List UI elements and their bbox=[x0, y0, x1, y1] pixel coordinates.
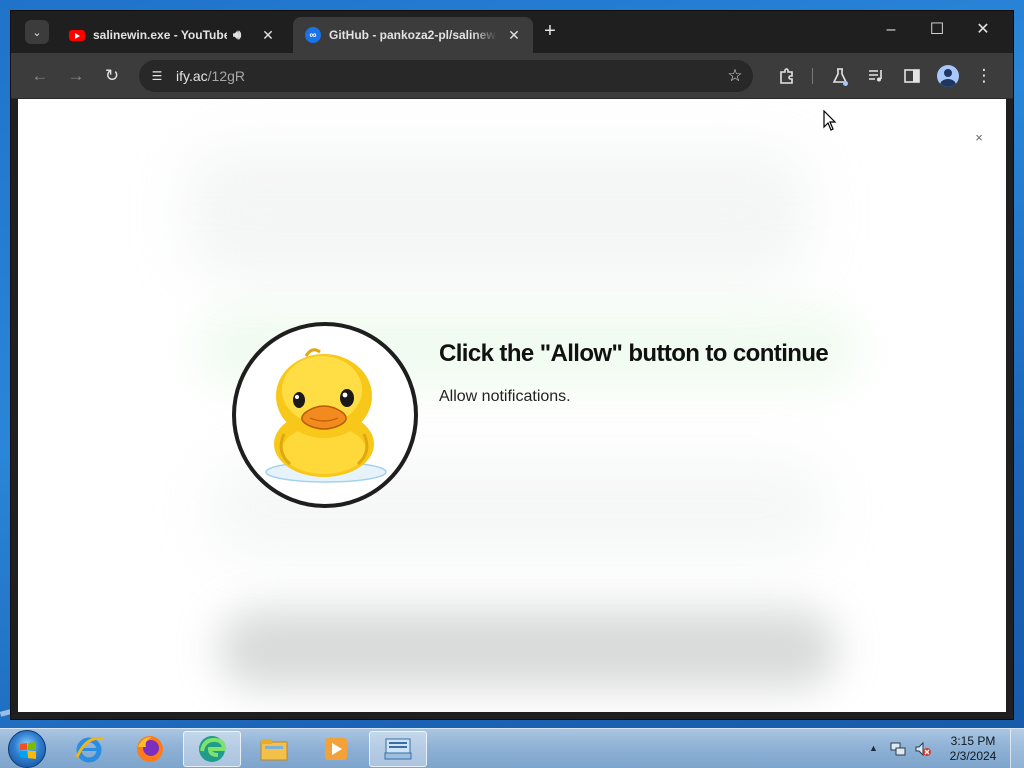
page-headline: Click the "Allow" button to continue bbox=[439, 340, 829, 367]
media-player-icon[interactable] bbox=[307, 731, 365, 767]
maximize-button[interactable]: ☐ bbox=[922, 19, 952, 41]
clock-time: 3:15 PM bbox=[950, 734, 996, 748]
tab-close-button[interactable]: ✕ bbox=[505, 27, 523, 44]
tab-close-button[interactable]: ✕ bbox=[259, 27, 277, 44]
youtube-icon bbox=[69, 27, 85, 43]
browser-toolbar: ← → ↻ ☰ ify.ac/12gR ☆ ⋮ bbox=[11, 53, 1013, 99]
taskbar: ▲ 3:15 PM 2/3/2024 bbox=[0, 728, 1024, 768]
network-icon[interactable] bbox=[889, 740, 907, 758]
blurred-background bbox=[188, 149, 808, 279]
url-path: /12gR bbox=[207, 68, 245, 84]
tab-search-button[interactable]: ⌄ bbox=[25, 20, 49, 44]
windows-logo-icon bbox=[20, 742, 36, 759]
url-host: ify.ac bbox=[176, 68, 208, 84]
edge-icon[interactable] bbox=[183, 731, 241, 767]
new-tab-button[interactable]: + bbox=[539, 21, 561, 43]
tab-title: GitHub - pankoza2-pl/salinewin bbox=[329, 28, 497, 42]
keyboard-app-icon[interactable] bbox=[369, 731, 427, 767]
mouse-cursor-icon bbox=[823, 110, 837, 131]
show-desktop-button[interactable] bbox=[1010, 729, 1024, 768]
address-url[interactable]: ify.ac/12gR bbox=[176, 68, 245, 84]
page-subtext: Allow notifications. bbox=[439, 388, 571, 405]
tray-expand-icon[interactable]: ▲ bbox=[869, 743, 878, 753]
speaker-icon[interactable]: 🔊︎ bbox=[233, 27, 251, 43]
reload-button[interactable]: ↻ bbox=[100, 64, 124, 88]
media-queue-icon[interactable] bbox=[864, 64, 888, 88]
clock-date: 2/3/2024 bbox=[949, 749, 997, 763]
side-panel-icon[interactable] bbox=[900, 64, 924, 88]
web-page: × Click the "Allow" button to continue A bbox=[18, 99, 1006, 712]
labs-flask-icon[interactable] bbox=[828, 64, 852, 88]
site-info-icon[interactable]: ☰ bbox=[149, 68, 165, 84]
close-window-button[interactable]: ✕ bbox=[968, 19, 998, 41]
browser-window: ⌄ salinewin.exe - YouTube 🔊︎ ✕ ∞ GitHub … bbox=[10, 10, 1014, 720]
internet-explorer-icon[interactable] bbox=[60, 731, 118, 767]
address-bar[interactable]: ☰ ify.ac/12gR ☆ bbox=[139, 60, 753, 92]
tab-youtube[interactable]: salinewin.exe - YouTube 🔊︎ ✕ bbox=[57, 17, 287, 53]
volume-muted-icon[interactable] bbox=[914, 740, 932, 758]
chevron-down-icon: ⌄ bbox=[32, 26, 42, 39]
close-icon[interactable]: × bbox=[972, 131, 986, 145]
toolbar-divider bbox=[812, 68, 813, 84]
firefox-icon[interactable] bbox=[121, 731, 179, 767]
taskbar-clock[interactable]: 3:15 PM 2/3/2024 bbox=[944, 734, 1002, 764]
bookmark-star-icon[interactable]: ☆ bbox=[723, 64, 747, 88]
profile-avatar-icon[interactable] bbox=[937, 65, 959, 87]
back-button[interactable]: ← bbox=[28, 64, 52, 88]
start-button[interactable] bbox=[8, 730, 46, 768]
minimize-button[interactable]: – bbox=[876, 19, 906, 41]
tab-github[interactable]: ∞ GitHub - pankoza2-pl/salinewin ✕ bbox=[293, 17, 533, 53]
link-icon: ∞ bbox=[305, 27, 321, 43]
extensions-icon[interactable] bbox=[775, 64, 799, 88]
file-explorer-icon[interactable] bbox=[245, 731, 303, 767]
menu-kebab-icon[interactable]: ⋮ bbox=[972, 64, 996, 88]
duck-illustration bbox=[232, 322, 418, 508]
notification-dot bbox=[843, 81, 848, 86]
forward-button[interactable]: → bbox=[64, 64, 88, 88]
tab-title: salinewin.exe - YouTube bbox=[93, 28, 227, 42]
tab-strip: ⌄ salinewin.exe - YouTube 🔊︎ ✕ ∞ GitHub … bbox=[11, 11, 1013, 53]
blurred-background bbox=[218, 609, 838, 689]
